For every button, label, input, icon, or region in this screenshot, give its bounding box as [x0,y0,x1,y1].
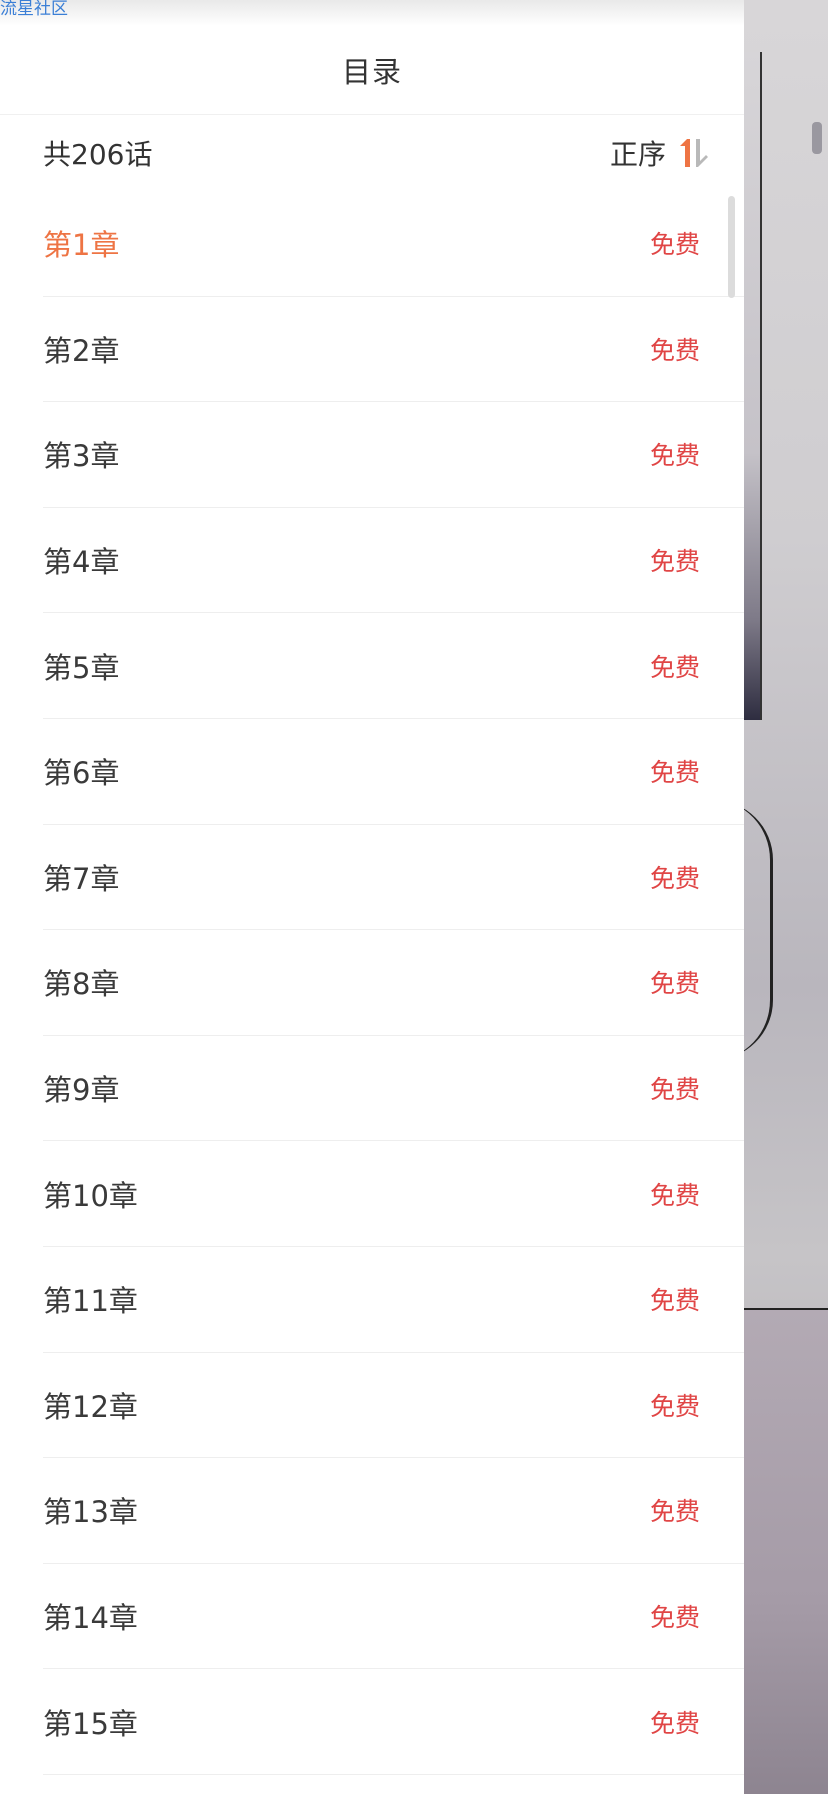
sort-toggle-button[interactable]: 正序 [610,133,710,173]
chapter-title: 第4章 [43,545,120,580]
chapter-title: 第15章 [43,1706,138,1741]
chapter-title: 第13章 [43,1495,138,1530]
chapter-row[interactable]: 第3章 免费 [43,402,744,508]
chapter-row[interactable]: 第5章 免费 [43,613,744,719]
chapter-row[interactable]: 第7章 免费 [43,825,744,931]
price-badge: 免费 [649,441,700,471]
chapter-row[interactable]: 第8章 免费 [43,930,744,1036]
background-scroll-tab [812,122,822,154]
price-badge: 免费 [649,335,700,365]
chapter-title: 第12章 [43,1389,138,1424]
price-badge: 免费 [649,230,700,260]
price-badge: 免费 [649,863,700,893]
price-badge: 免费 [649,1075,700,1105]
chapter-list: 第1章 免费 第2章 免费 第3章 免费 第4章 免费 第5章 免费 第6章 免费 第7章 免费 第8章 免费… [0,191,744,1775]
catalog-summary: 共206话 正序 [0,115,744,191]
chapter-row[interactable]: 第2章 免费 [43,297,744,403]
title-bar: 目录 [0,26,744,115]
chapter-title: 第9章 [43,1073,120,1108]
price-badge: 免费 [649,1286,700,1316]
chapter-title: 第1章 [43,228,120,263]
price-badge: 免费 [649,547,700,577]
chapter-row[interactable]: 第11章 免费 [43,1247,744,1353]
watermark: 流星社区 [0,0,68,19]
chapter-row[interactable]: 第12章 免费 [43,1353,744,1459]
price-badge: 免费 [649,1391,700,1421]
sort-order-icon [680,139,708,167]
price-badge: 免费 [649,1497,700,1527]
chapter-row[interactable]: 第1章 免费 [43,191,744,297]
chapter-row[interactable]: 第6章 免费 [43,719,744,825]
chapter-title: 第10章 [43,1178,138,1213]
chapter-title: 第6章 [43,756,120,791]
chapter-row[interactable]: 第10章 免费 [43,1141,744,1247]
chapter-title: 第5章 [43,650,120,685]
page-title: 目录 [341,55,402,89]
price-badge: 免费 [649,1603,700,1633]
screen: 流星社区 目录 共206话 正序 第1章 免费 第2章 免费 第3章 免费 第4章 免费 第5章… [0,0,828,1794]
chapter-row[interactable]: 第14章 免费 [43,1564,744,1670]
chapter-row[interactable]: 第15章 免费 [43,1669,744,1775]
list-scrollbar[interactable] [728,196,735,298]
status-bar-area [0,0,744,26]
chapter-title: 第11章 [43,1284,138,1319]
price-badge: 免费 [649,1708,700,1738]
chapter-count: 共206话 [43,138,153,171]
price-badge: 免费 [649,652,700,682]
chapter-title: 第8章 [43,967,120,1002]
chapter-title: 第7章 [43,861,120,896]
price-badge: 免费 [649,758,700,788]
background-comic-panel-lower [744,1308,828,1794]
sort-label: 正序 [609,138,666,171]
chapter-title: 第2章 [43,333,120,368]
chapter-row[interactable]: 第13章 免费 [43,1458,744,1564]
background-comic-panel [744,52,762,720]
chapter-row[interactable]: 第9章 免费 [43,1036,744,1142]
catalog-drawer: 流星社区 目录 共206话 正序 第1章 免费 第2章 免费 第3章 免费 第4章 免费 第5章… [0,0,744,1794]
chapter-title: 第3章 [43,439,120,474]
price-badge: 免费 [649,969,700,999]
price-badge: 免费 [649,1180,700,1210]
chapter-row[interactable]: 第4章 免费 [43,508,744,614]
chapter-title: 第14章 [43,1601,138,1636]
